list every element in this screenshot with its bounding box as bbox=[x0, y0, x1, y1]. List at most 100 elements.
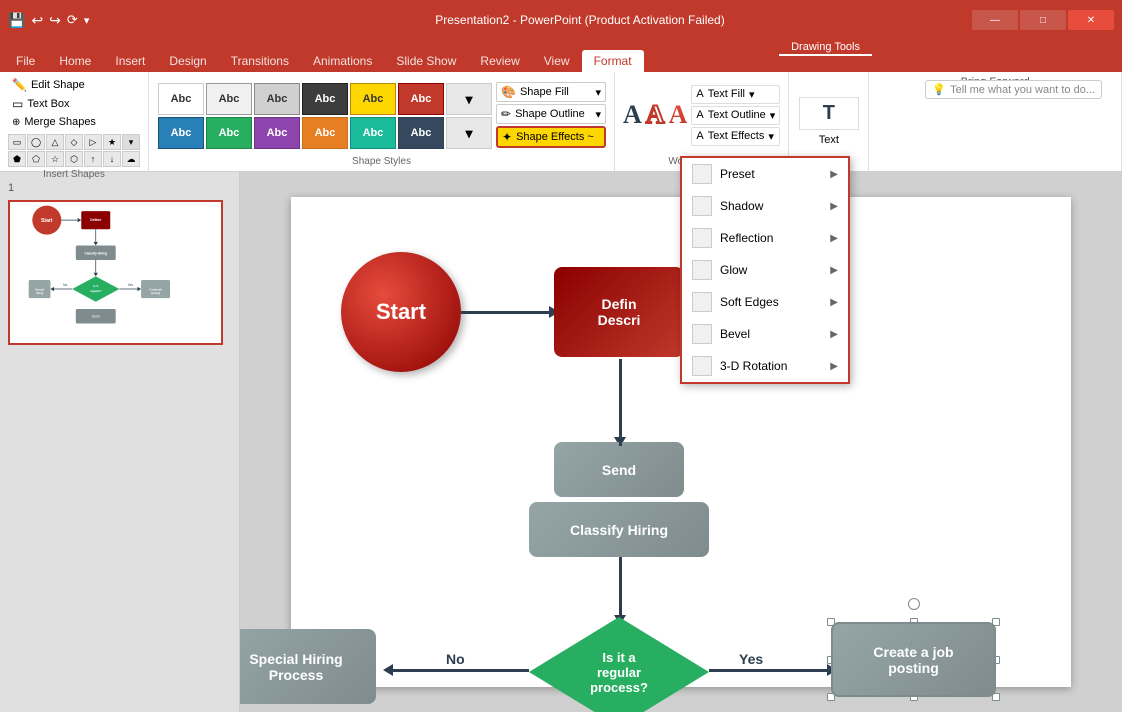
lightbulb-icon: 💡 bbox=[932, 83, 946, 96]
shape-effects-icon: ✦ bbox=[502, 130, 512, 144]
shape-effects-button[interactable]: ✦ Shape Effects ~ bbox=[496, 126, 606, 148]
svg-text:Create job: Create job bbox=[149, 288, 162, 291]
text-box-icon: ▭ bbox=[12, 97, 23, 111]
start-shape[interactable]: Start bbox=[341, 252, 461, 372]
menu-item-3d-rotation[interactable]: 3-D Rotation ▶ bbox=[682, 350, 848, 382]
tab-file[interactable]: File bbox=[4, 50, 47, 72]
menu-item-shadow[interactable]: Shadow ▶ bbox=[682, 190, 848, 222]
maximize-button[interactable]: □ bbox=[1020, 10, 1066, 30]
bevel-arrow: ▶ bbox=[830, 329, 838, 340]
menu-item-soft-edges[interactable]: Soft Edges ▶ bbox=[682, 286, 848, 318]
shape-fill-arrow[interactable]: ▾ bbox=[595, 86, 601, 99]
create-job-shape[interactable]: Create a jobposting bbox=[831, 622, 996, 697]
shape-icon-2[interactable]: △ bbox=[46, 134, 64, 150]
text-fill-arrow[interactable]: ▾ bbox=[749, 88, 755, 101]
repeat-icon[interactable]: ⟳ bbox=[67, 12, 78, 28]
send-shape[interactable]: Send bbox=[554, 442, 684, 497]
tab-view[interactable]: View bbox=[532, 50, 582, 72]
wordart-a-gradient[interactable]: A bbox=[669, 102, 688, 128]
shape-outline-button[interactable]: ✏ Shape Outline ▾ bbox=[496, 104, 606, 124]
style-box-8[interactable]: Abc bbox=[254, 117, 300, 149]
style-box-expand[interactable]: ▾ bbox=[446, 83, 492, 115]
style-box-6[interactable]: Abc bbox=[158, 117, 204, 149]
merge-shapes-button[interactable]: ⊕ Merge Shapes bbox=[8, 114, 100, 130]
style-box-9[interactable]: Abc bbox=[302, 117, 348, 149]
minimize-button[interactable]: — bbox=[972, 10, 1018, 30]
menu-item-bevel[interactable]: Bevel ▶ bbox=[682, 318, 848, 350]
style-box-10[interactable]: Abc bbox=[350, 117, 396, 149]
tab-format[interactable]: Format bbox=[582, 50, 644, 72]
style-box-7[interactable]: Abc bbox=[206, 117, 252, 149]
merge-shapes-label: Merge Shapes bbox=[24, 116, 96, 128]
style-box-4[interactable]: Abc bbox=[350, 83, 396, 115]
style-box-11[interactable]: Abc bbox=[398, 117, 444, 149]
shape-icon-8[interactable]: ☆ bbox=[46, 151, 64, 167]
tab-home[interactable]: Home bbox=[47, 50, 103, 72]
redo-icon[interactable]: ↪ bbox=[49, 12, 61, 29]
classify-shape[interactable]: Classify Hiring bbox=[529, 502, 709, 557]
style-box-3[interactable]: Abc bbox=[302, 83, 348, 115]
3d-rotation-icon bbox=[692, 356, 712, 376]
style-box-2[interactable]: Abc bbox=[254, 83, 300, 115]
tab-slideshow[interactable]: Slide Show bbox=[384, 50, 468, 72]
define-shape[interactable]: DefinDescri bbox=[554, 267, 684, 357]
text-outline-arrow[interactable]: ▾ bbox=[770, 109, 776, 122]
shape-icon-11[interactable]: ↓ bbox=[103, 151, 121, 167]
shape-icon-3[interactable]: ◇ bbox=[65, 134, 83, 150]
shape-icon-6[interactable]: ⬟ bbox=[8, 151, 26, 167]
wordart-a-outline[interactable]: A bbox=[646, 102, 665, 128]
shape-fill-button[interactable]: 🎨 Shape Fill ▾ bbox=[496, 82, 606, 102]
slide-panel: 1 Start Define bbox=[0, 172, 240, 712]
ribbon: 💡 Tell me what you want to do... ✏️ Edit… bbox=[0, 72, 1122, 172]
wordart-a-black[interactable]: A bbox=[623, 102, 642, 128]
text-box-button[interactable]: ▭ Text Box bbox=[8, 95, 100, 113]
tab-review[interactable]: Review bbox=[468, 50, 531, 72]
arrow-start-define bbox=[461, 311, 551, 314]
menu-item-glow[interactable]: Glow ▶ bbox=[682, 254, 848, 286]
shape-expand[interactable]: ▾ bbox=[122, 134, 140, 150]
style-box-1[interactable]: Abc bbox=[206, 83, 252, 115]
shape-icon-5[interactable]: ★ bbox=[103, 134, 121, 150]
shape-icon-7[interactable]: ⬠ bbox=[27, 151, 45, 167]
slide-thumbnail[interactable]: Start Define Classify Hiring bbox=[8, 200, 223, 345]
shape-icon-12[interactable]: ☁ bbox=[122, 151, 140, 167]
tab-animations[interactable]: Animations bbox=[301, 50, 384, 72]
tab-transitions[interactable]: Transitions bbox=[219, 50, 301, 72]
shape-icon-0[interactable]: ▭ bbox=[8, 134, 26, 150]
style-box-expand2[interactable]: ▾ bbox=[446, 117, 492, 149]
shape-icon-4[interactable]: ▷ bbox=[84, 134, 102, 150]
diamond-shape[interactable]: Is it aregularprocess? bbox=[529, 617, 709, 712]
shape-icon-1[interactable]: ◯ bbox=[27, 134, 45, 150]
glow-label: Glow bbox=[720, 263, 747, 277]
shape-outline-arrow[interactable]: ▾ bbox=[595, 108, 601, 121]
text-effects-label: Text Effects bbox=[708, 130, 765, 142]
style-box-0[interactable]: Abc bbox=[158, 83, 204, 115]
shape-icon-9[interactable]: ⬡ bbox=[65, 151, 83, 167]
text-effects-button[interactable]: A Text Effects ▾ bbox=[691, 127, 780, 146]
shape-styles-group: Abc Abc Abc Abc Abc Abc ▾ Abc Abc Abc Ab… bbox=[149, 72, 615, 171]
svg-text:Define: Define bbox=[90, 218, 101, 222]
edit-shape-button[interactable]: ✏️ Edit Shape bbox=[8, 76, 100, 94]
text-fill-button[interactable]: A Text Fill ▾ bbox=[691, 85, 780, 104]
soft-edges-arrow: ▶ bbox=[830, 297, 838, 308]
bevel-label: Bevel bbox=[720, 327, 750, 341]
customize-icon[interactable]: ▾ bbox=[84, 14, 90, 27]
text-outline-button[interactable]: A Text Outline ▾ bbox=[691, 106, 780, 125]
tell-me-bar[interactable]: 💡 Tell me what you want to do... bbox=[925, 80, 1102, 99]
shape-icon-10[interactable]: ↑ bbox=[84, 151, 102, 167]
tab-design[interactable]: Design bbox=[157, 50, 218, 72]
menu-item-reflection[interactable]: Reflection ▶ bbox=[682, 222, 848, 254]
menu-item-preset[interactable]: Preset ▶ bbox=[682, 158, 848, 190]
tab-insert[interactable]: Insert bbox=[103, 50, 157, 72]
close-button[interactable]: ✕ bbox=[1068, 10, 1114, 30]
special-hiring-shape[interactable]: Special HiringProcess bbox=[240, 629, 376, 704]
text-icon[interactable]: T bbox=[799, 97, 859, 130]
create-job-label: Create a jobposting bbox=[873, 644, 953, 676]
text-effects-arrow[interactable]: ▾ bbox=[768, 130, 774, 143]
undo-icon[interactable]: ↩ bbox=[31, 12, 43, 29]
save-icon[interactable]: 💾 bbox=[8, 12, 25, 29]
style-box-5[interactable]: Abc bbox=[398, 83, 444, 115]
rotate-handle[interactable] bbox=[908, 598, 920, 610]
svg-text:Send: Send bbox=[92, 314, 100, 318]
classify-label: Classify Hiring bbox=[570, 522, 668, 538]
